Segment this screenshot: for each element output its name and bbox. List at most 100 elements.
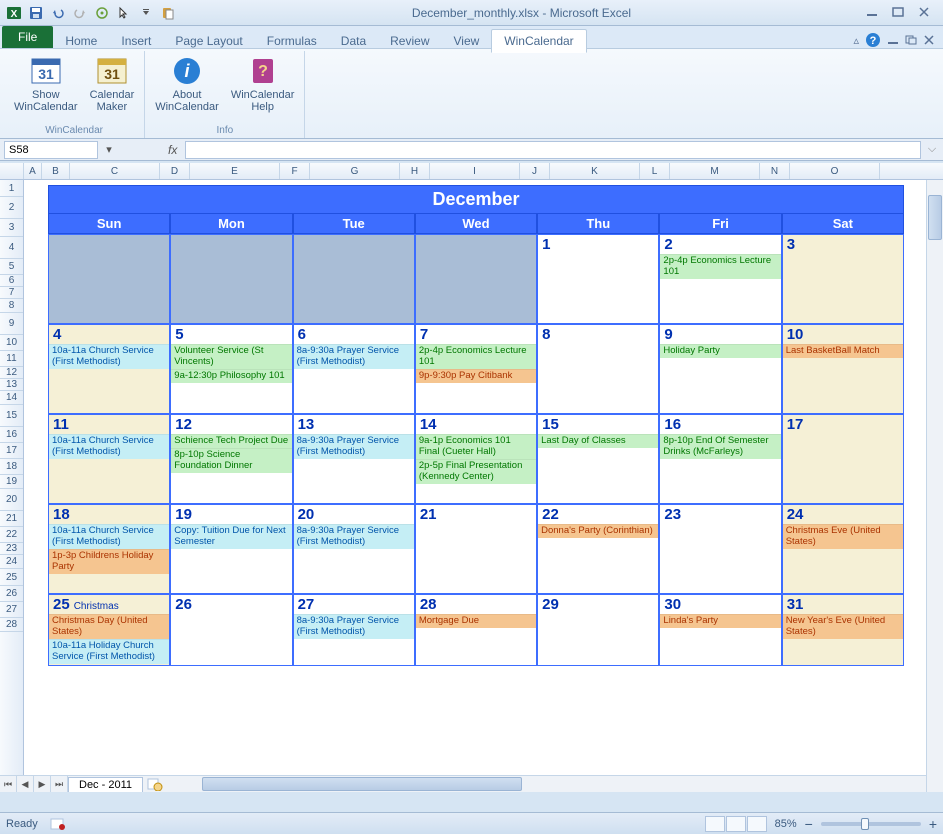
row-header[interactable]: 8 — [0, 299, 23, 313]
tab-insert[interactable]: Insert — [109, 30, 163, 52]
sheet-tab[interactable]: Dec - 2011 — [68, 777, 143, 792]
zoom-thumb[interactable] — [861, 818, 869, 830]
calendar-event[interactable]: 8a-9:30a Prayer Service (First Methodist… — [294, 434, 414, 459]
row-header[interactable]: 16 — [0, 427, 23, 443]
calendar-cell[interactable]: 30Linda's Party — [659, 594, 781, 666]
zoom-level[interactable]: 85% — [775, 818, 797, 830]
cursor-icon[interactable] — [114, 3, 134, 23]
calendar-event[interactable]: 2p-4p Economics Lecture 101 — [660, 254, 780, 279]
macro-record-icon[interactable] — [50, 817, 66, 831]
calendar-cell[interactable]: 26 — [170, 594, 292, 666]
paste-icon[interactable] — [158, 3, 178, 23]
calendar-cell[interactable]: 21 — [415, 504, 537, 594]
row-header[interactable]: 17 — [0, 443, 23, 459]
col-header[interactable]: K — [550, 163, 640, 179]
row-header[interactable]: 22 — [0, 527, 23, 543]
normal-view-button[interactable] — [705, 816, 725, 832]
tab-data[interactable]: Data — [329, 30, 378, 52]
col-header[interactable]: N — [760, 163, 790, 179]
calendar-event[interactable]: Volunteer Service (St Vincents) — [171, 344, 291, 369]
tab-home[interactable]: Home — [53, 30, 109, 52]
sheet-add-icon[interactable] — [143, 776, 167, 792]
zoom-out-icon[interactable]: − — [805, 816, 813, 832]
calendar-cell[interactable]: 22Donna's Party (Corinthian) — [537, 504, 659, 594]
calendar-cell[interactable]: 29 — [537, 594, 659, 666]
row-header[interactable]: 15 — [0, 405, 23, 427]
tab-formulas[interactable]: Formulas — [255, 30, 329, 52]
calendar-event[interactable]: Donna's Party (Corinthian) — [538, 524, 658, 538]
calendar-cell[interactable] — [415, 234, 537, 324]
calendar-event[interactable]: 8a-9:30a Prayer Service (First Methodist… — [294, 614, 414, 639]
col-header[interactable]: E — [190, 163, 280, 179]
maximize-icon[interactable] — [891, 6, 907, 20]
page-layout-view-button[interactable] — [726, 816, 746, 832]
calendar-cell[interactable]: 149a-1p Economics 101 Final (Cueter Hall… — [415, 414, 537, 504]
close-icon[interactable] — [917, 6, 933, 20]
row-header[interactable]: 26 — [0, 586, 23, 602]
calendar-cell[interactable]: 1110a-11a Church Service (First Methodis… — [48, 414, 170, 504]
vscroll-thumb[interactable] — [928, 195, 942, 240]
calendar-cell[interactable]: 17 — [782, 414, 904, 504]
row-header[interactable]: 3 — [0, 219, 23, 237]
row-header[interactable]: 7 — [0, 287, 23, 299]
calendar-event[interactable]: 8a-9:30a Prayer Service (First Methodist… — [294, 344, 414, 369]
calendar-cell[interactable]: 410a-11a Church Service (First Methodist… — [48, 324, 170, 414]
calendar-event[interactable]: Schience Tech Project Due — [171, 434, 291, 448]
tab-view[interactable]: View — [442, 30, 492, 52]
calendar-cell[interactable]: 5Volunteer Service (St Vincents)9a-12:30… — [170, 324, 292, 414]
inner-close-icon[interactable] — [923, 35, 935, 45]
calendar-event[interactable]: Last BasketBall Match — [783, 344, 903, 358]
sheet-nav-prev-icon[interactable]: ◀ — [17, 776, 34, 792]
calendar-cell[interactable]: 168p-10p End Of Semester Drinks (McFarle… — [659, 414, 781, 504]
row-header[interactable]: 25 — [0, 569, 23, 586]
col-header[interactable]: F — [280, 163, 310, 179]
row-header[interactable]: 5 — [0, 259, 23, 275]
col-header[interactable]: M — [670, 163, 760, 179]
col-header[interactable]: G — [310, 163, 400, 179]
calendar-cell[interactable]: 208a-9:30a Prayer Service (First Methodi… — [293, 504, 415, 594]
calendar-event[interactable]: 10a-11a Church Service (First Methodist) — [49, 524, 169, 549]
row-header[interactable]: 23 — [0, 543, 23, 555]
calendar-cell[interactable]: 278a-9:30a Prayer Service (First Methodi… — [293, 594, 415, 666]
tab-wincalendar[interactable]: WinCalendar — [491, 29, 586, 53]
save-icon[interactable] — [26, 3, 46, 23]
calendar-cell[interactable]: 68a-9:30a Prayer Service (First Methodis… — [293, 324, 415, 414]
calendar-event[interactable]: 9a-12:30p Philosophy 101 — [171, 369, 291, 383]
row-header[interactable]: 13 — [0, 379, 23, 391]
calendar-cell[interactable]: 19Copy: Tuition Due for Next Semester — [170, 504, 292, 594]
row-header[interactable]: 11 — [0, 351, 23, 367]
formula-expand-icon[interactable]: ⌵ — [925, 143, 939, 156]
calendar-cell[interactable]: 10Last BasketBall Match — [782, 324, 904, 414]
calendar-event[interactable]: 10a-11a Church Service (First Methodist) — [49, 434, 169, 459]
calendar-cell[interactable]: 22p-4p Economics Lecture 101 — [659, 234, 781, 324]
col-header[interactable]: C — [70, 163, 160, 179]
formula-input[interactable] — [185, 141, 921, 159]
calendar-cell[interactable]: 25ChristmasChristmas Day (United States)… — [48, 594, 170, 666]
calendar-cell[interactable]: 1 — [537, 234, 659, 324]
inner-minimize-icon[interactable] — [887, 35, 899, 45]
row-header[interactable]: 19 — [0, 475, 23, 489]
row-header[interactable]: 28 — [0, 618, 23, 632]
calendar-cell[interactable] — [48, 234, 170, 324]
zoom-slider[interactable] — [821, 822, 921, 826]
row-header[interactable]: 24 — [0, 555, 23, 569]
sheet-nav-last-icon[interactable]: ⏭ — [51, 776, 68, 792]
row-header[interactable]: 4 — [0, 237, 23, 259]
calendar-cell[interactable]: 31New Year's Eve (United States) — [782, 594, 904, 666]
undo-icon[interactable] — [48, 3, 68, 23]
calendar-cell[interactable]: 3 — [782, 234, 904, 324]
col-header[interactable]: H — [400, 163, 430, 179]
calendar-event[interactable]: Christmas Eve (United States) — [783, 524, 903, 549]
calendar-event[interactable]: Christmas Day (United States) — [49, 614, 169, 639]
row-header[interactable]: 14 — [0, 391, 23, 405]
file-tab[interactable]: File — [2, 26, 53, 48]
calendar-event[interactable]: 2p-4p Economics Lecture 101 — [416, 344, 536, 369]
hscroll-thumb[interactable] — [202, 777, 522, 791]
name-box[interactable]: S58 — [4, 141, 98, 159]
calendar-cell[interactable]: 1810a-11a Church Service (First Methodis… — [48, 504, 170, 594]
calendar-event[interactable]: 9a-1p Economics 101 Final (Cueter Hall) — [416, 434, 536, 459]
calendar-event[interactable]: Last Day of Classes — [538, 434, 658, 448]
row-header[interactable]: 18 — [0, 459, 23, 475]
row-header[interactable]: 27 — [0, 602, 23, 618]
calendar-event[interactable]: Copy: Tuition Due for Next Semester — [171, 524, 291, 549]
